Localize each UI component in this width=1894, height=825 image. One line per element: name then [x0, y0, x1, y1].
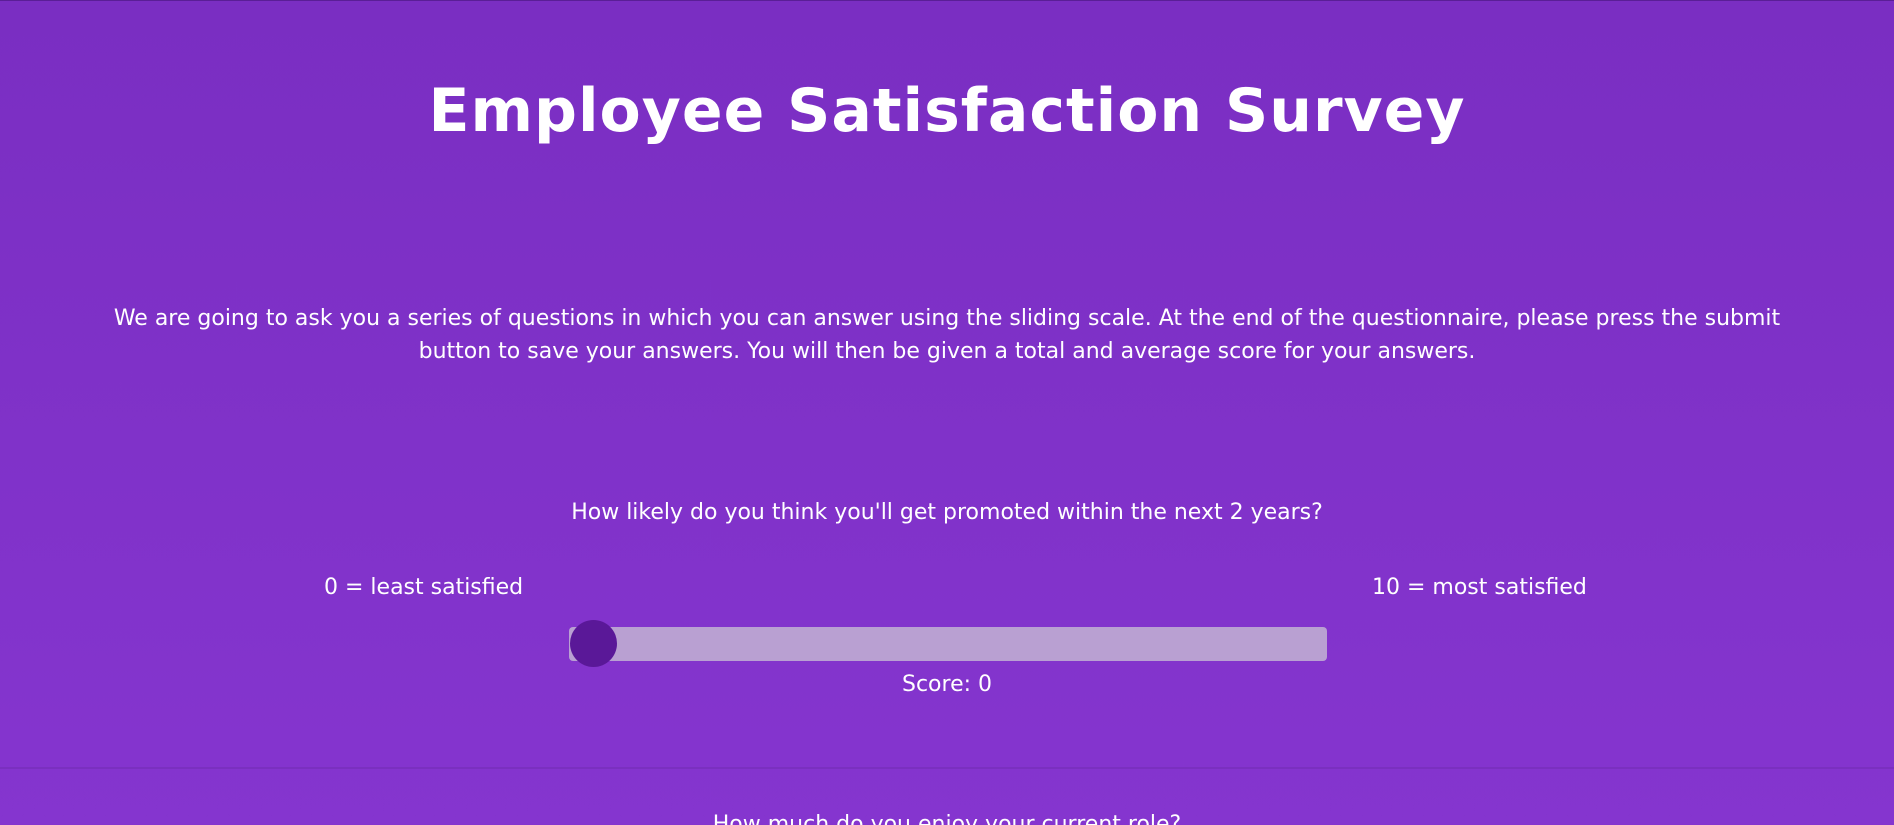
score-readout: Score: 0	[901, 672, 993, 697]
question-1-text: How likely do you think you'll get promo…	[571, 500, 1323, 525]
top-border	[0, 0, 1894, 1]
question-2-text: How much do you enjoy your current role?	[712, 812, 1182, 825]
score-slider-track[interactable]	[569, 627, 1327, 661]
intro-text: We are going to ask you a series of ques…	[113, 306, 1781, 364]
scale-min-label: 0 = least satisfied	[324, 575, 524, 600]
score-slider-thumb[interactable]	[570, 620, 617, 667]
scale-max-label: 10 = most satisfied	[1372, 575, 1587, 600]
section-divider	[0, 767, 1894, 769]
page-title: Employee Satisfaction Survey	[428, 76, 1466, 146]
